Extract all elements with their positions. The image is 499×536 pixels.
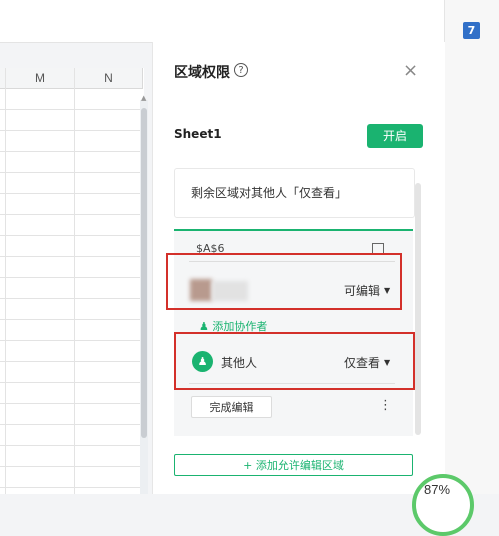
table-row[interactable] [0,215,144,236]
more-options-icon[interactable]: ⋮ [379,398,392,413]
table-row[interactable] [0,320,144,341]
table-row[interactable] [0,194,144,215]
highlight-box [166,253,402,310]
column-header-n[interactable]: N [75,68,143,89]
table-row[interactable] [0,236,144,257]
right-sidebar [444,0,499,494]
table-row[interactable] [0,341,144,362]
table-row[interactable] [0,446,144,467]
highlight-box [174,332,415,390]
table-row[interactable] [0,425,144,446]
remaining-area-text: 剩余区域对其他人「仅查看」 [191,186,348,200]
enable-button[interactable]: 开启 [367,124,423,148]
table-row[interactable] [0,173,144,194]
done-editing-button[interactable]: 完成编辑 [191,396,272,418]
close-icon[interactable]: × [403,60,418,81]
table-row[interactable] [0,278,144,299]
sheet-scrollbar-thumb[interactable] [141,108,147,438]
table-row[interactable] [0,131,144,152]
panel-title: 区域权限 [174,65,230,81]
column-header-m[interactable]: M [6,68,75,89]
table-row[interactable] [0,89,144,110]
help-icon[interactable]: ? [234,63,248,77]
table-row[interactable] [0,467,144,488]
add-editable-region-button[interactable]: + 添加允许编辑区域 [174,454,413,476]
scroll-up-arrow-icon[interactable]: ▲ [141,94,146,102]
toolbar-area [0,0,444,43]
table-row[interactable] [0,383,144,404]
table-row[interactable] [0,152,144,173]
sheet-name: Sheet1 [174,127,222,141]
table-row[interactable] [0,362,144,383]
zoom-level: 87% [424,482,451,497]
table-row[interactable] [0,299,144,320]
table-row[interactable] [0,257,144,278]
table-row[interactable] [0,110,144,131]
panel-scrollbar[interactable] [415,183,421,435]
calendar-icon[interactable]: 7 [463,22,480,39]
table-row[interactable] [0,404,144,425]
